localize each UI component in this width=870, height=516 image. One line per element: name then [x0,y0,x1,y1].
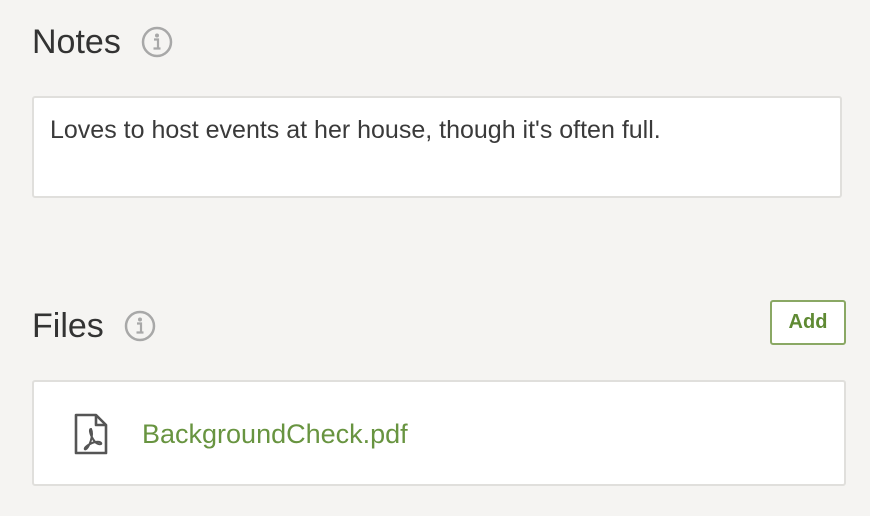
notes-header: Notes [32,22,173,62]
files-title: Files [32,307,104,345]
files-header: Files [32,306,156,346]
notes-textarea[interactable]: Loves to host events at her house, thoug… [32,96,842,198]
add-file-button[interactable]: Add [770,300,846,345]
notes-info-icon[interactable] [141,26,173,58]
files-list: BackgroundCheck.pdf [32,380,846,486]
pdf-file-icon [72,412,112,456]
file-item[interactable]: BackgroundCheck.pdf [72,412,408,456]
notes-title: Notes [32,23,121,61]
file-link[interactable]: BackgroundCheck.pdf [142,419,408,450]
files-info-icon[interactable] [124,310,156,342]
notes-text: Loves to host events at her house, thoug… [50,116,661,144]
